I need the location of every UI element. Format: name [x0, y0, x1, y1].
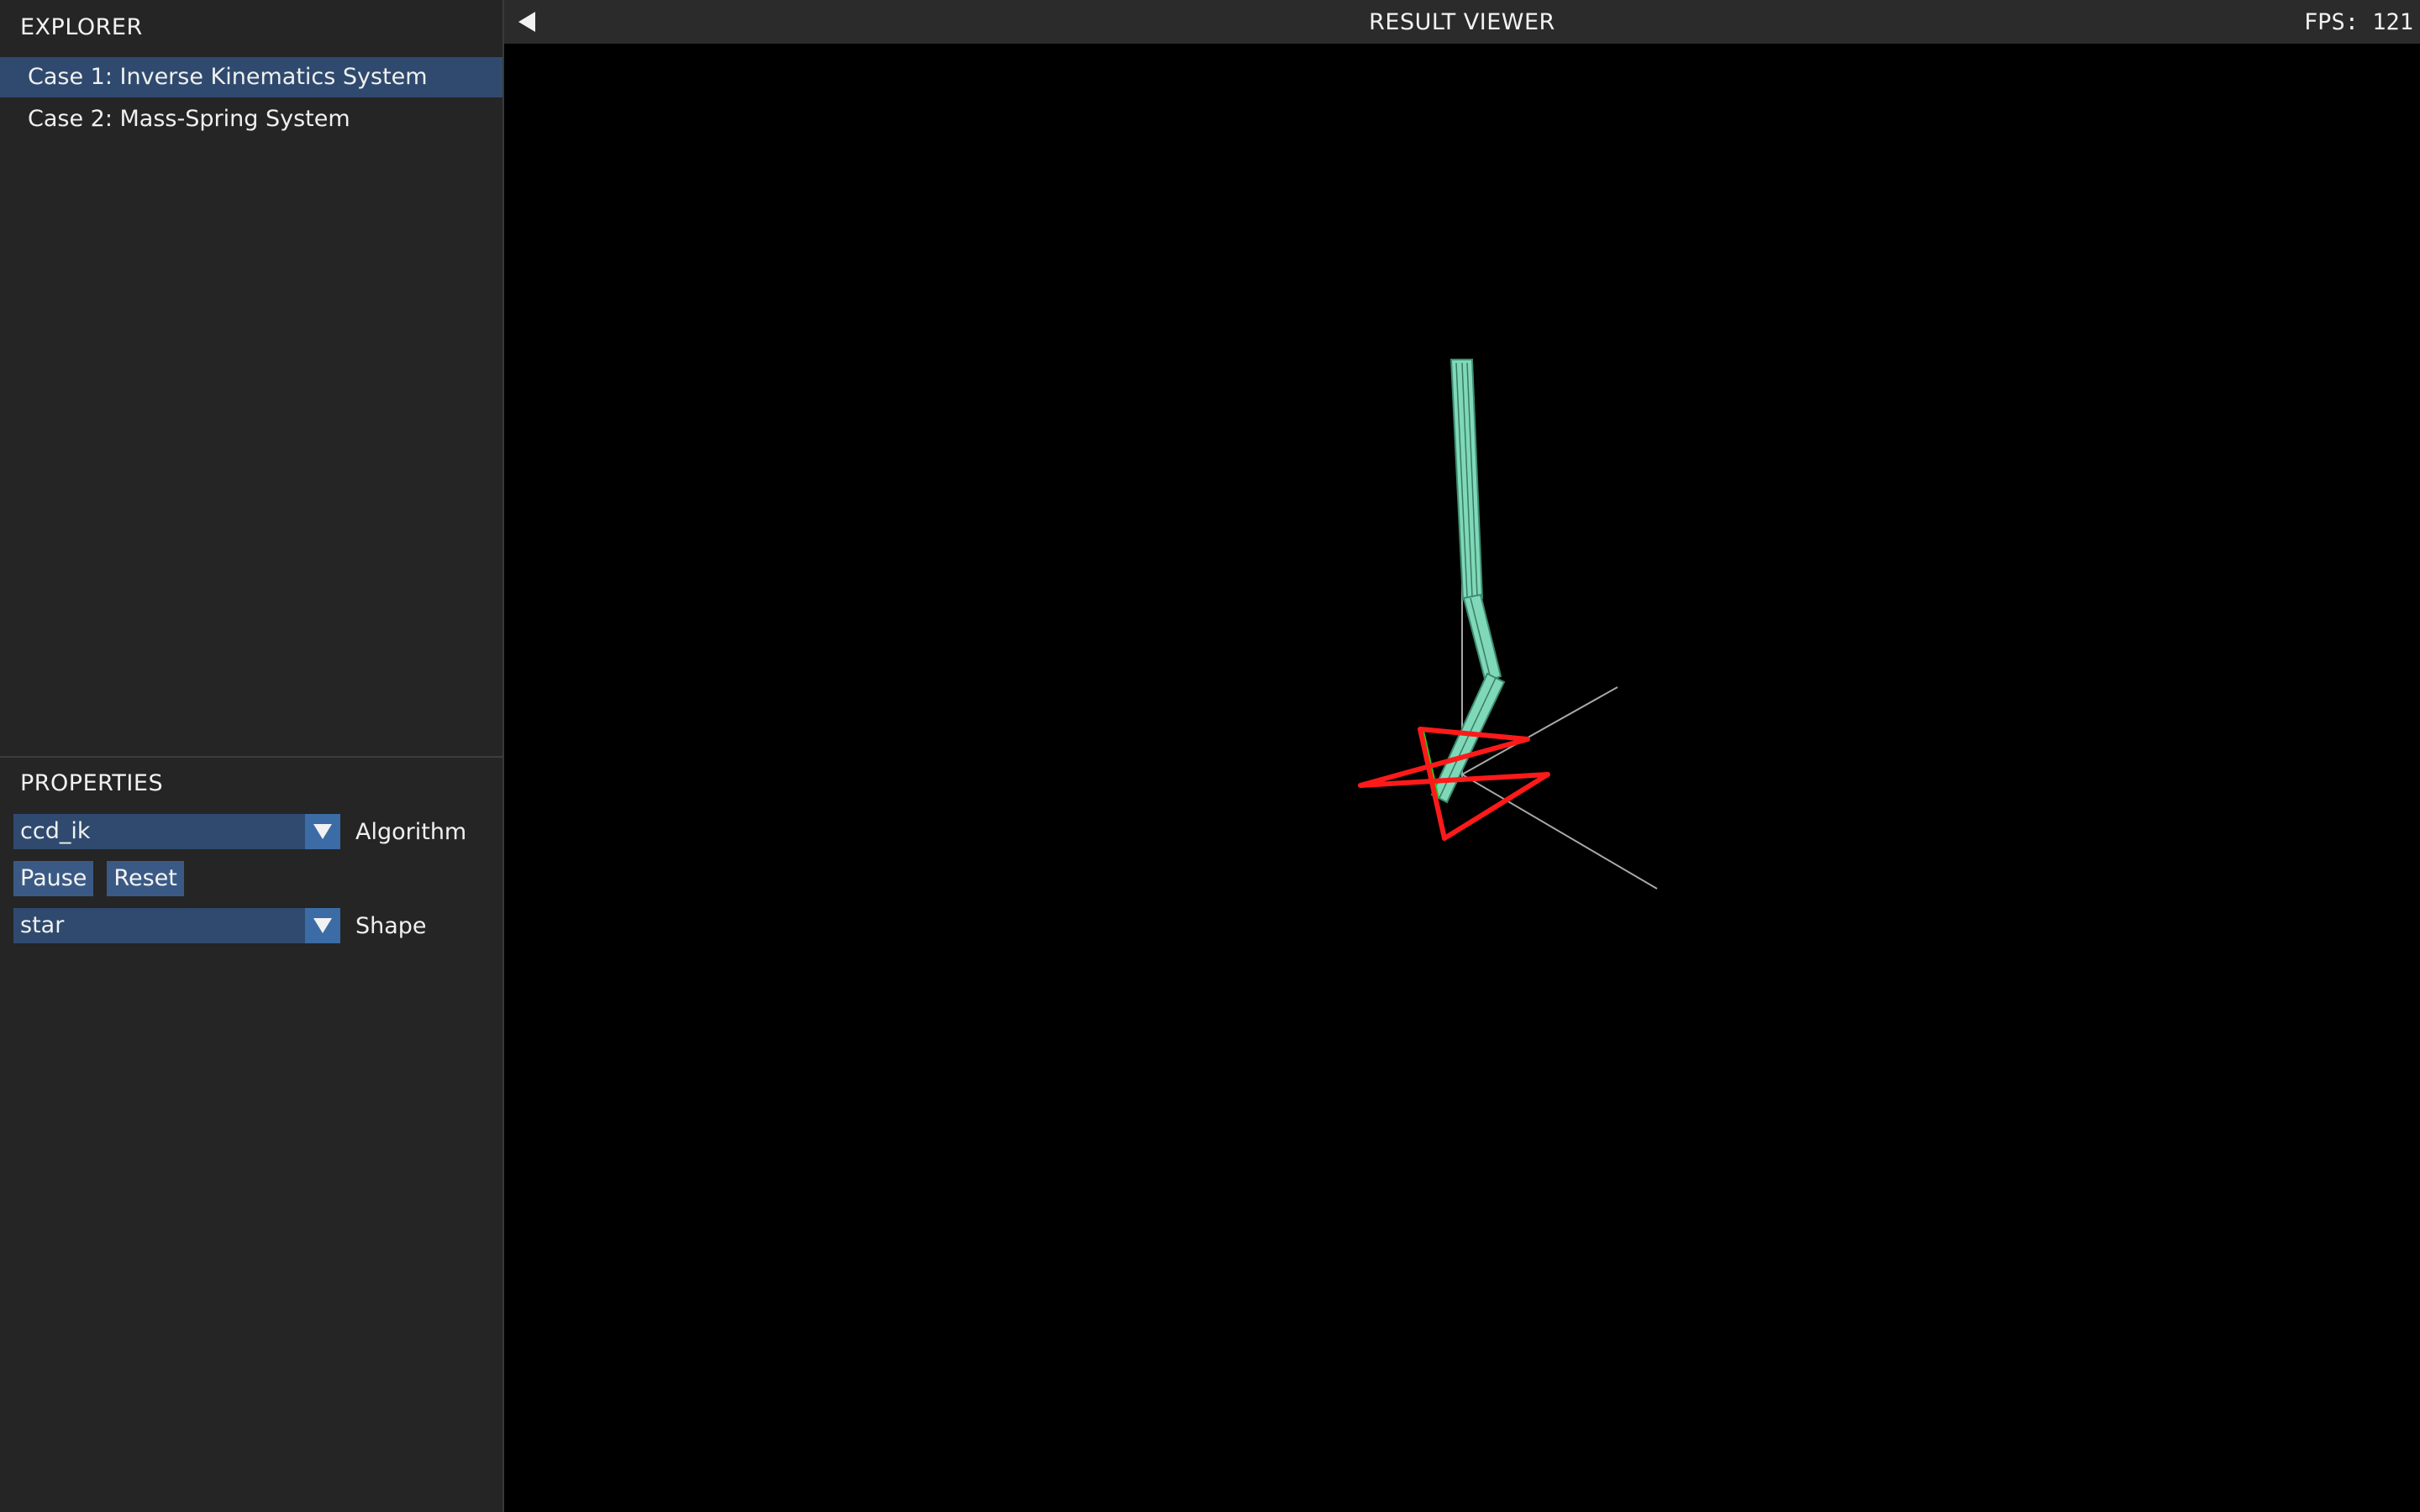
app-window: EXPLORER Case 1: Inverse Kinematics Syst…	[0, 0, 2420, 1512]
action-buttons-row: Pause Reset	[13, 861, 197, 896]
shape-select[interactable]: star	[13, 908, 340, 943]
pause-button[interactable]: Pause	[13, 861, 94, 896]
left-panel: EXPLORER Case 1: Inverse Kinematics Syst…	[0, 0, 502, 1512]
fps-counter: FPS: 121	[2303, 9, 2413, 35]
explorer-item-mass-spring[interactable]: Case 2: Mass-Spring System	[0, 99, 502, 139]
scene-canvas	[1358, 359, 1658, 890]
explorer-item-ik[interactable]: Case 1: Inverse Kinematics System	[0, 57, 502, 97]
algorithm-row: ccd_ik Algorithm	[13, 814, 466, 849]
chevron-down-icon[interactable]	[305, 814, 340, 849]
viewer-toolbar: RESULT VIEWER FPS: 121	[504, 0, 2420, 44]
section-divider[interactable]	[0, 756, 502, 758]
shape-row: star Shape	[13, 908, 427, 943]
properties-header: PROPERTIES	[20, 770, 164, 796]
algorithm-value: ccd_ik	[20, 818, 91, 844]
viewer-title: RESULT VIEWER	[1369, 9, 1555, 35]
axis-line	[1461, 774, 1658, 890]
algorithm-label: Algorithm	[355, 818, 467, 845]
3d-viewport[interactable]	[504, 44, 2420, 1512]
shape-label: Shape	[355, 912, 427, 939]
explorer-header: EXPLORER	[20, 14, 143, 40]
shape-value: star	[20, 912, 65, 938]
explorer-list: Case 1: Inverse Kinematics System Case 2…	[0, 57, 502, 141]
arm-segment	[1462, 593, 1502, 684]
reset-button[interactable]: Reset	[107, 861, 184, 896]
chevron-down-icon[interactable]	[305, 908, 340, 943]
algorithm-select[interactable]: ccd_ik	[13, 814, 340, 849]
